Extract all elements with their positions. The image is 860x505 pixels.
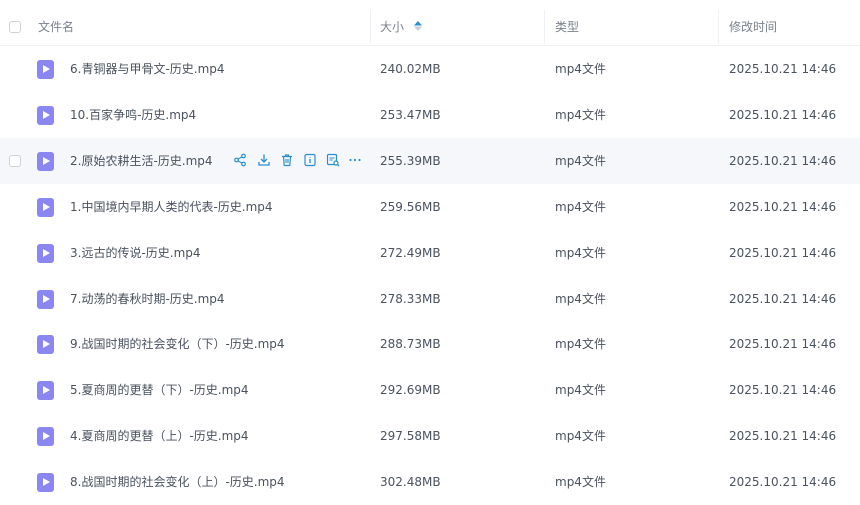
- file-row[interactable]: 5.夏商周的更替（下）-历史.mp4 292.69MB mp4文件 2025.10.2…: [0, 367, 860, 413]
- file-type: mp4文件: [555, 475, 606, 490]
- file-name[interactable]: 5.夏商周的更替（下）-历史.mp4: [70, 367, 249, 413]
- file-name[interactable]: 9.战国时期的社会变化（下）-历史.mp4: [70, 321, 285, 367]
- file-size: 292.69MB: [380, 383, 441, 398]
- file-name[interactable]: 3.远古的传说-历史.mp4: [70, 230, 201, 276]
- video-file-icon: [37, 105, 54, 125]
- column-time-header[interactable]: 修改时间: [729, 0, 777, 46]
- file-modified-time: 2025.10.21 14:46: [729, 107, 837, 122]
- file-modified-time: 2025.10.21 14:46: [729, 291, 837, 306]
- file-size: 297.58MB: [380, 429, 441, 444]
- video-file-icon: [37, 197, 54, 217]
- file-size: 253.47MB: [380, 107, 441, 122]
- video-file-icon: [37, 243, 54, 263]
- file-type: mp4文件: [555, 245, 606, 260]
- image-search-icon[interactable]: [326, 153, 340, 167]
- file-type: mp4文件: [555, 291, 606, 306]
- file-size: 272.49MB: [380, 245, 441, 260]
- file-row[interactable]: 2.原始农耕生活-历史.mp4 255.39MB mp4文件 2025.10.21 1…: [0, 137, 860, 184]
- file-row[interactable]: 3.远古的传说-历史.mp4 272.49MB mp4文件 2025.10.21 14…: [0, 230, 860, 276]
- file-name[interactable]: 7.动荡的春秋时期-历史.mp4: [70, 276, 225, 322]
- file-type: mp4文件: [555, 337, 606, 352]
- select-all-checkbox[interactable]: [9, 21, 21, 33]
- info-icon[interactable]: [303, 153, 317, 167]
- file-type: mp4文件: [555, 199, 606, 214]
- delete-icon[interactable]: [280, 153, 294, 167]
- file-modified-time: 2025.10.21 14:46: [729, 337, 837, 352]
- file-type: mp4文件: [555, 383, 606, 398]
- file-modified-time: 2025.10.21 14:46: [729, 383, 837, 398]
- file-type: mp4文件: [555, 107, 606, 122]
- file-type: mp4文件: [555, 429, 606, 444]
- file-row[interactable]: 9.战国时期的社会变化（下）-历史.mp4 288.73MB mp4文件 2025.1…: [0, 321, 860, 367]
- share-icon[interactable]: [233, 153, 247, 167]
- file-type: mp4文件: [555, 153, 606, 168]
- file-row[interactable]: 6.青铜器与甲骨文-历史.mp4 240.02MB mp4文件 2025.10.21 …: [0, 46, 860, 92]
- column-name-header[interactable]: 文件名: [38, 0, 74, 46]
- row-checkbox[interactable]: [9, 154, 21, 167]
- video-file-icon: [37, 473, 54, 493]
- file-size: 259.56MB: [380, 199, 441, 214]
- file-row[interactable]: 4.夏商周的更替（上）-历史.mp4 297.58MB mp4文件 2025.10.2…: [0, 413, 860, 459]
- file-modified-time: 2025.10.21 14:46: [729, 199, 837, 214]
- file-modified-time: 2025.10.21 14:46: [729, 62, 837, 76]
- file-name[interactable]: 6.青铜器与甲骨文-历史.mp4: [70, 46, 225, 92]
- file-size: 302.48MB: [380, 475, 441, 490]
- file-name[interactable]: 2.原始农耕生活-历史.mp4: [70, 138, 213, 184]
- size-header-label: 大小: [380, 20, 405, 34]
- file-row[interactable]: 10.百家争鸣-历史.mp4 253.47MB mp4文件 2025.10.21 14…: [0, 92, 860, 138]
- video-file-icon: [37, 151, 54, 171]
- file-size: 278.33MB: [380, 291, 441, 306]
- file-type: mp4文件: [555, 62, 606, 76]
- file-name[interactable]: 8.战国时期的社会变化（上）-历史.mp4: [70, 459, 285, 505]
- file-row[interactable]: 1.中国境内早期人类的代表-历史.mp4 259.56MB mp4文件 2025.10…: [0, 184, 860, 230]
- file-name[interactable]: 1.中国境内早期人类的代表-历史.mp4: [70, 184, 273, 230]
- file-modified-time: 2025.10.21 14:46: [729, 153, 837, 168]
- column-type-header[interactable]: 类型: [555, 0, 579, 46]
- video-file-icon: [37, 335, 54, 355]
- column-divider: [370, 10, 371, 44]
- more-icon[interactable]: [348, 153, 362, 167]
- file-row[interactable]: 7.动荡的春秋时期-历史.mp4 278.33MB mp4文件 2025.10.21 …: [0, 276, 860, 322]
- file-name[interactable]: 4.夏商周的更替（上）-历史.mp4: [70, 413, 249, 459]
- video-file-icon: [37, 60, 54, 79]
- file-size: 288.73MB: [380, 337, 441, 352]
- file-modified-time: 2025.10.21 14:46: [729, 475, 837, 490]
- column-size-header[interactable]: 大小: [380, 0, 422, 46]
- column-divider: [544, 10, 545, 44]
- column-divider: [718, 10, 719, 44]
- file-row[interactable]: 8.战国时期的社会变化（上）-历史.mp4 302.48MB mp4文件 2025.1…: [0, 459, 860, 505]
- file-name[interactable]: 10.百家争鸣-历史.mp4: [70, 92, 196, 138]
- video-file-icon: [37, 381, 54, 401]
- file-size: 240.02MB: [380, 62, 441, 76]
- file-modified-time: 2025.10.21 14:46: [729, 245, 837, 260]
- file-size: 255.39MB: [380, 153, 441, 168]
- download-icon[interactable]: [257, 153, 271, 167]
- file-list-header: 文件名 大小 类型 修改时间: [0, 0, 860, 46]
- video-file-icon: [37, 427, 54, 447]
- video-file-icon: [37, 289, 54, 309]
- file-modified-time: 2025.10.21 14:46: [729, 429, 837, 444]
